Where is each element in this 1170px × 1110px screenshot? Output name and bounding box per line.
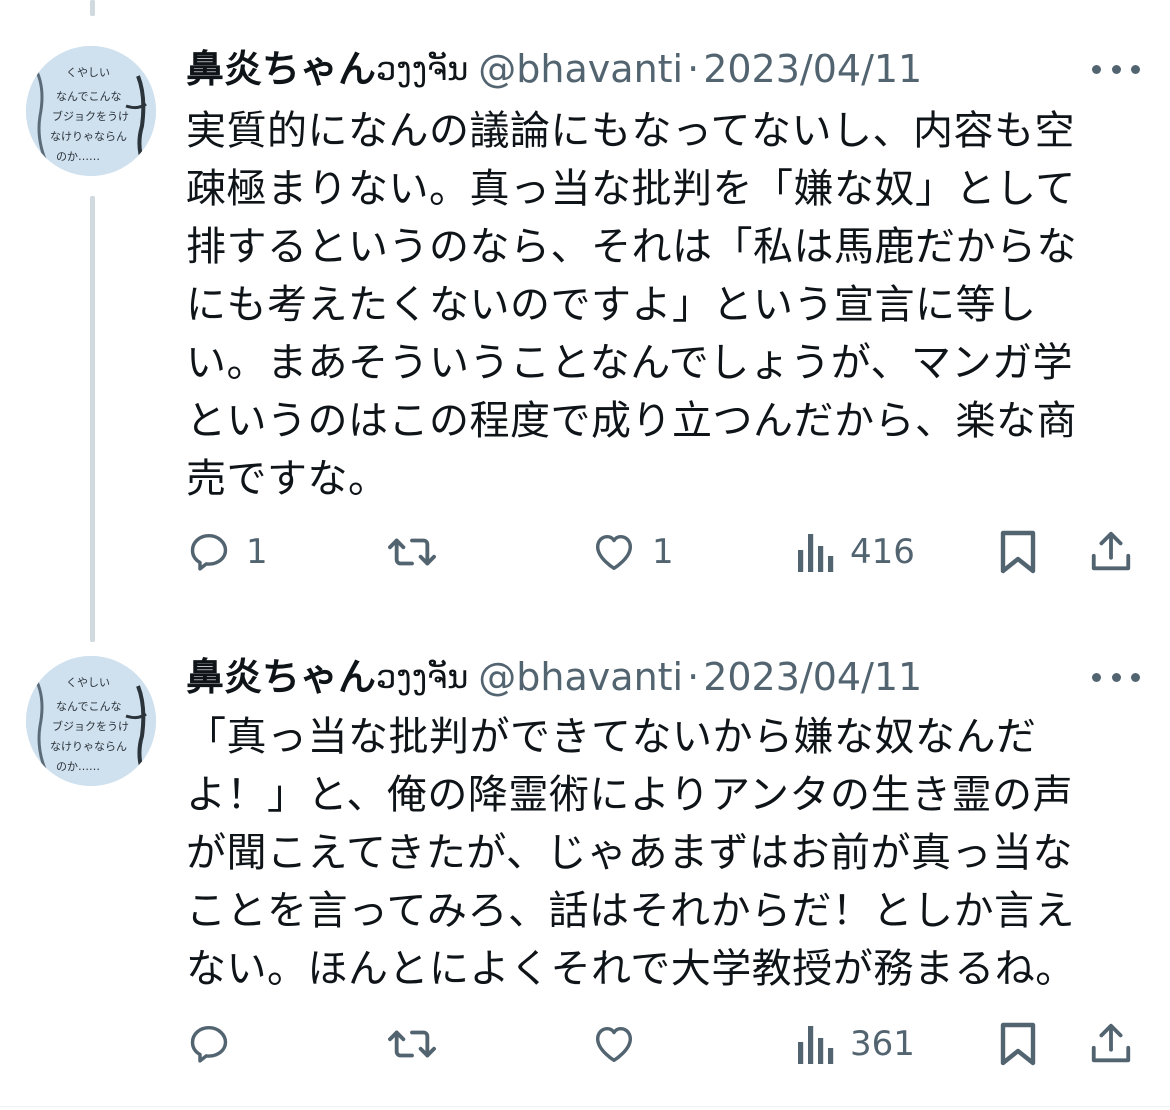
- retweet-button[interactable]: [386, 1016, 452, 1072]
- share-icon: [1091, 1023, 1131, 1063]
- display-name[interactable]: 鼻炎ちゃん: [186, 642, 376, 712]
- display-name-suffix[interactable]: ວງງຈັນ: [376, 642, 468, 712]
- tweet-2[interactable]: くやしい なんでこんな ブジョクをうけ なけりゃならん のか…… 鼻炎ちゃん ວງ…: [0, 640, 1170, 1106]
- avatar-image: くやしい なんでこんな ブジョクをうけ なけりゃならん のか……: [26, 46, 156, 176]
- share-button[interactable]: [1088, 1016, 1134, 1072]
- separator-dot: ·: [687, 655, 700, 699]
- tweet-header: 鼻炎ちゃん ວງງຈັນ @bhavanti · 2023/04/11: [186, 34, 922, 104]
- tweet-text: 実質的になんの議論にもなってないし、内容も空 疎極まりない。真っ当な批判を「嫌な…: [186, 108, 1077, 502]
- user-handle[interactable]: @bhavanti: [478, 642, 683, 712]
- views-button[interactable]: 416: [796, 524, 915, 580]
- avatar[interactable]: くやしい なんでこんな ブジョクをうけ なけりゃならん のか……: [26, 656, 156, 786]
- avatar-caption-4: なけりゃならん: [50, 130, 127, 143]
- avatar-caption-2: なんでこんな: [56, 700, 121, 713]
- avatar-caption-3: ブジョクをうけ: [52, 109, 129, 123]
- retweet-icon: [388, 1030, 436, 1058]
- view-count: 416: [850, 532, 915, 572]
- like-count: 1: [652, 532, 674, 572]
- divider: [0, 1106, 1170, 1107]
- action-bar: 1 1 416: [186, 524, 1136, 580]
- bookmark-button[interactable]: [998, 1016, 1038, 1072]
- bookmark-icon: [1000, 530, 1036, 574]
- avatar[interactable]: くやしい なんでこんな ブジョクをうけ なけりゃならん のか……: [26, 46, 156, 176]
- reply-button[interactable]: [186, 1016, 246, 1072]
- avatar-caption-1: くやしい: [66, 676, 110, 689]
- like-icon: [595, 1026, 633, 1063]
- display-name-suffix[interactable]: ວງງຈັນ: [376, 34, 468, 104]
- retweet-button[interactable]: [386, 524, 452, 580]
- share-button[interactable]: [1088, 524, 1134, 580]
- tweet-date[interactable]: 2023/04/11: [703, 642, 922, 712]
- separator-dot: ·: [687, 47, 700, 91]
- avatar-caption-5: のか……: [56, 760, 100, 773]
- more-options-icon[interactable]: [1092, 52, 1140, 86]
- retweet-icon: [388, 538, 436, 566]
- more-options-icon[interactable]: [1092, 660, 1140, 694]
- action-bar: 361: [186, 1016, 1136, 1072]
- views-icon: [798, 1026, 834, 1064]
- view-count: 361: [850, 1024, 915, 1064]
- reply-icon: [190, 1025, 228, 1063]
- tweet-header: 鼻炎ちゃん ວງງຈັນ @bhavanti · 2023/04/11: [186, 642, 922, 712]
- bookmark-button[interactable]: [998, 524, 1038, 580]
- avatar-caption-4: なけりゃならん: [50, 740, 127, 753]
- user-handle[interactable]: @bhavanti: [478, 34, 683, 104]
- avatar-caption-2: なんでこんな: [56, 90, 121, 103]
- views-icon: [798, 534, 834, 572]
- like-button[interactable]: 1: [590, 524, 674, 580]
- avatar-caption-5: のか……: [56, 150, 100, 163]
- tweet-1[interactable]: くやしい なんでこんな ブジョクをうけ なけりゃならん のか…… 鼻炎ちゃん ວງ…: [0, 0, 1170, 640]
- tweet-text: 「真っ当な批判ができてないから嫌な奴なんだ よ！」と、俺の降霊術によりアンタの生…: [186, 714, 1076, 992]
- like-button[interactable]: [590, 1016, 652, 1072]
- reply-icon: [190, 533, 228, 571]
- avatar-image: くやしい なんでこんな ブジョクをうけ なけりゃならん のか……: [26, 656, 156, 786]
- tweet-date[interactable]: 2023/04/11: [703, 34, 922, 104]
- display-name[interactable]: 鼻炎ちゃん: [186, 34, 376, 104]
- like-icon: [595, 534, 633, 571]
- bookmark-icon: [1000, 1022, 1036, 1066]
- reply-count: 1: [246, 532, 268, 572]
- avatar-caption-1: くやしい: [66, 66, 110, 79]
- share-icon: [1091, 531, 1131, 571]
- avatar-caption-3: ブジョクをうけ: [52, 719, 129, 733]
- reply-button[interactable]: 1: [186, 524, 268, 580]
- views-button[interactable]: 361: [796, 1016, 915, 1072]
